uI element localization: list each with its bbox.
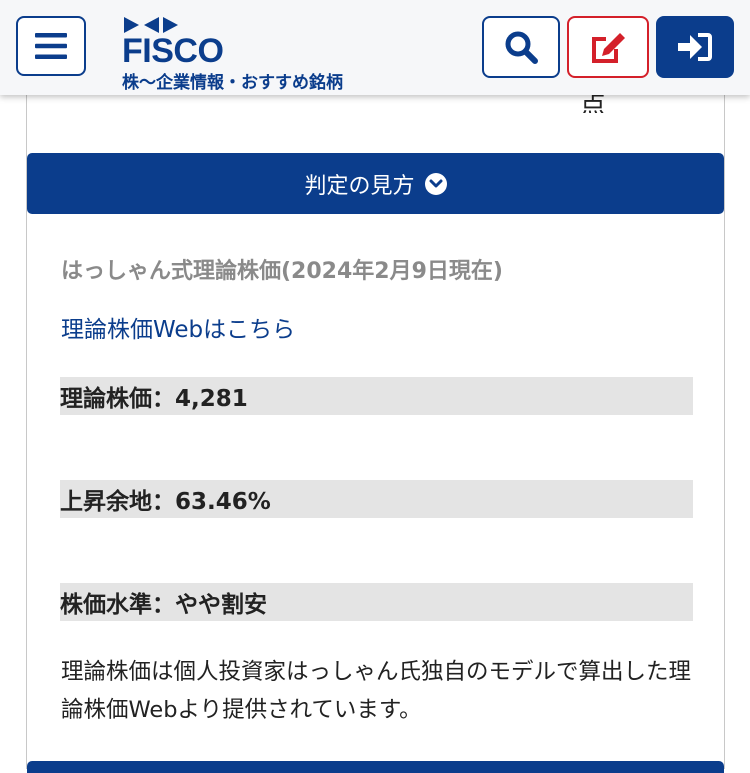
- upside-row: 上昇余地：63.46%: [60, 480, 693, 518]
- site-header: FISCO 株〜企業情報・おすすめ銘柄: [0, 0, 750, 95]
- edit-icon: [592, 33, 625, 63]
- login-icon: [678, 33, 712, 61]
- price-level-value: 株価水準：やや割安: [60, 592, 267, 618]
- search-button[interactable]: [482, 16, 560, 78]
- next-section-bar[interactable]: [27, 761, 724, 773]
- menu-icon: [35, 33, 67, 59]
- cut-off-text: 点: [580, 95, 607, 113]
- logo-tagline: 株〜企業情報・おすすめ銘柄: [122, 73, 343, 93]
- theoretical-price-value: 理論株価：4,281: [60, 386, 248, 412]
- login-button[interactable]: [656, 16, 734, 78]
- source-note: 理論株価は個人投資家はっしゃん氏独自のモデルで算出した理論株価Webより提供され…: [61, 659, 692, 723]
- theoretical-price-row: 理論株価：4,281: [60, 377, 693, 415]
- menu-button[interactable]: [16, 16, 86, 76]
- price-level-row: 株価水準：やや割安: [60, 583, 693, 621]
- search-icon: [505, 31, 538, 64]
- upside-value: 上昇余地：63.46%: [60, 489, 271, 515]
- edit-button[interactable]: [567, 16, 649, 78]
- judgement-guide-button[interactable]: 判定の見方: [27, 153, 724, 214]
- logo-wordmark: FISCO: [122, 32, 224, 70]
- judgement-guide-label: 判定の見方: [304, 173, 415, 199]
- stock-info-panel: 点 判定の見方 はっしゃん式理論株価(2024年2月9日現在) 理論株価Webは…: [26, 95, 725, 773]
- theoretical-price-web-link[interactable]: 理論株価Webはこちら: [61, 310, 295, 344]
- chevron-down-icon: [424, 172, 447, 195]
- fisco-logo[interactable]: FISCO 株〜企業情報・おすすめ銘柄: [122, 16, 343, 93]
- theoretical-price-title: はっしゃん式理論株価(2024年2月9日現在): [61, 259, 503, 284]
